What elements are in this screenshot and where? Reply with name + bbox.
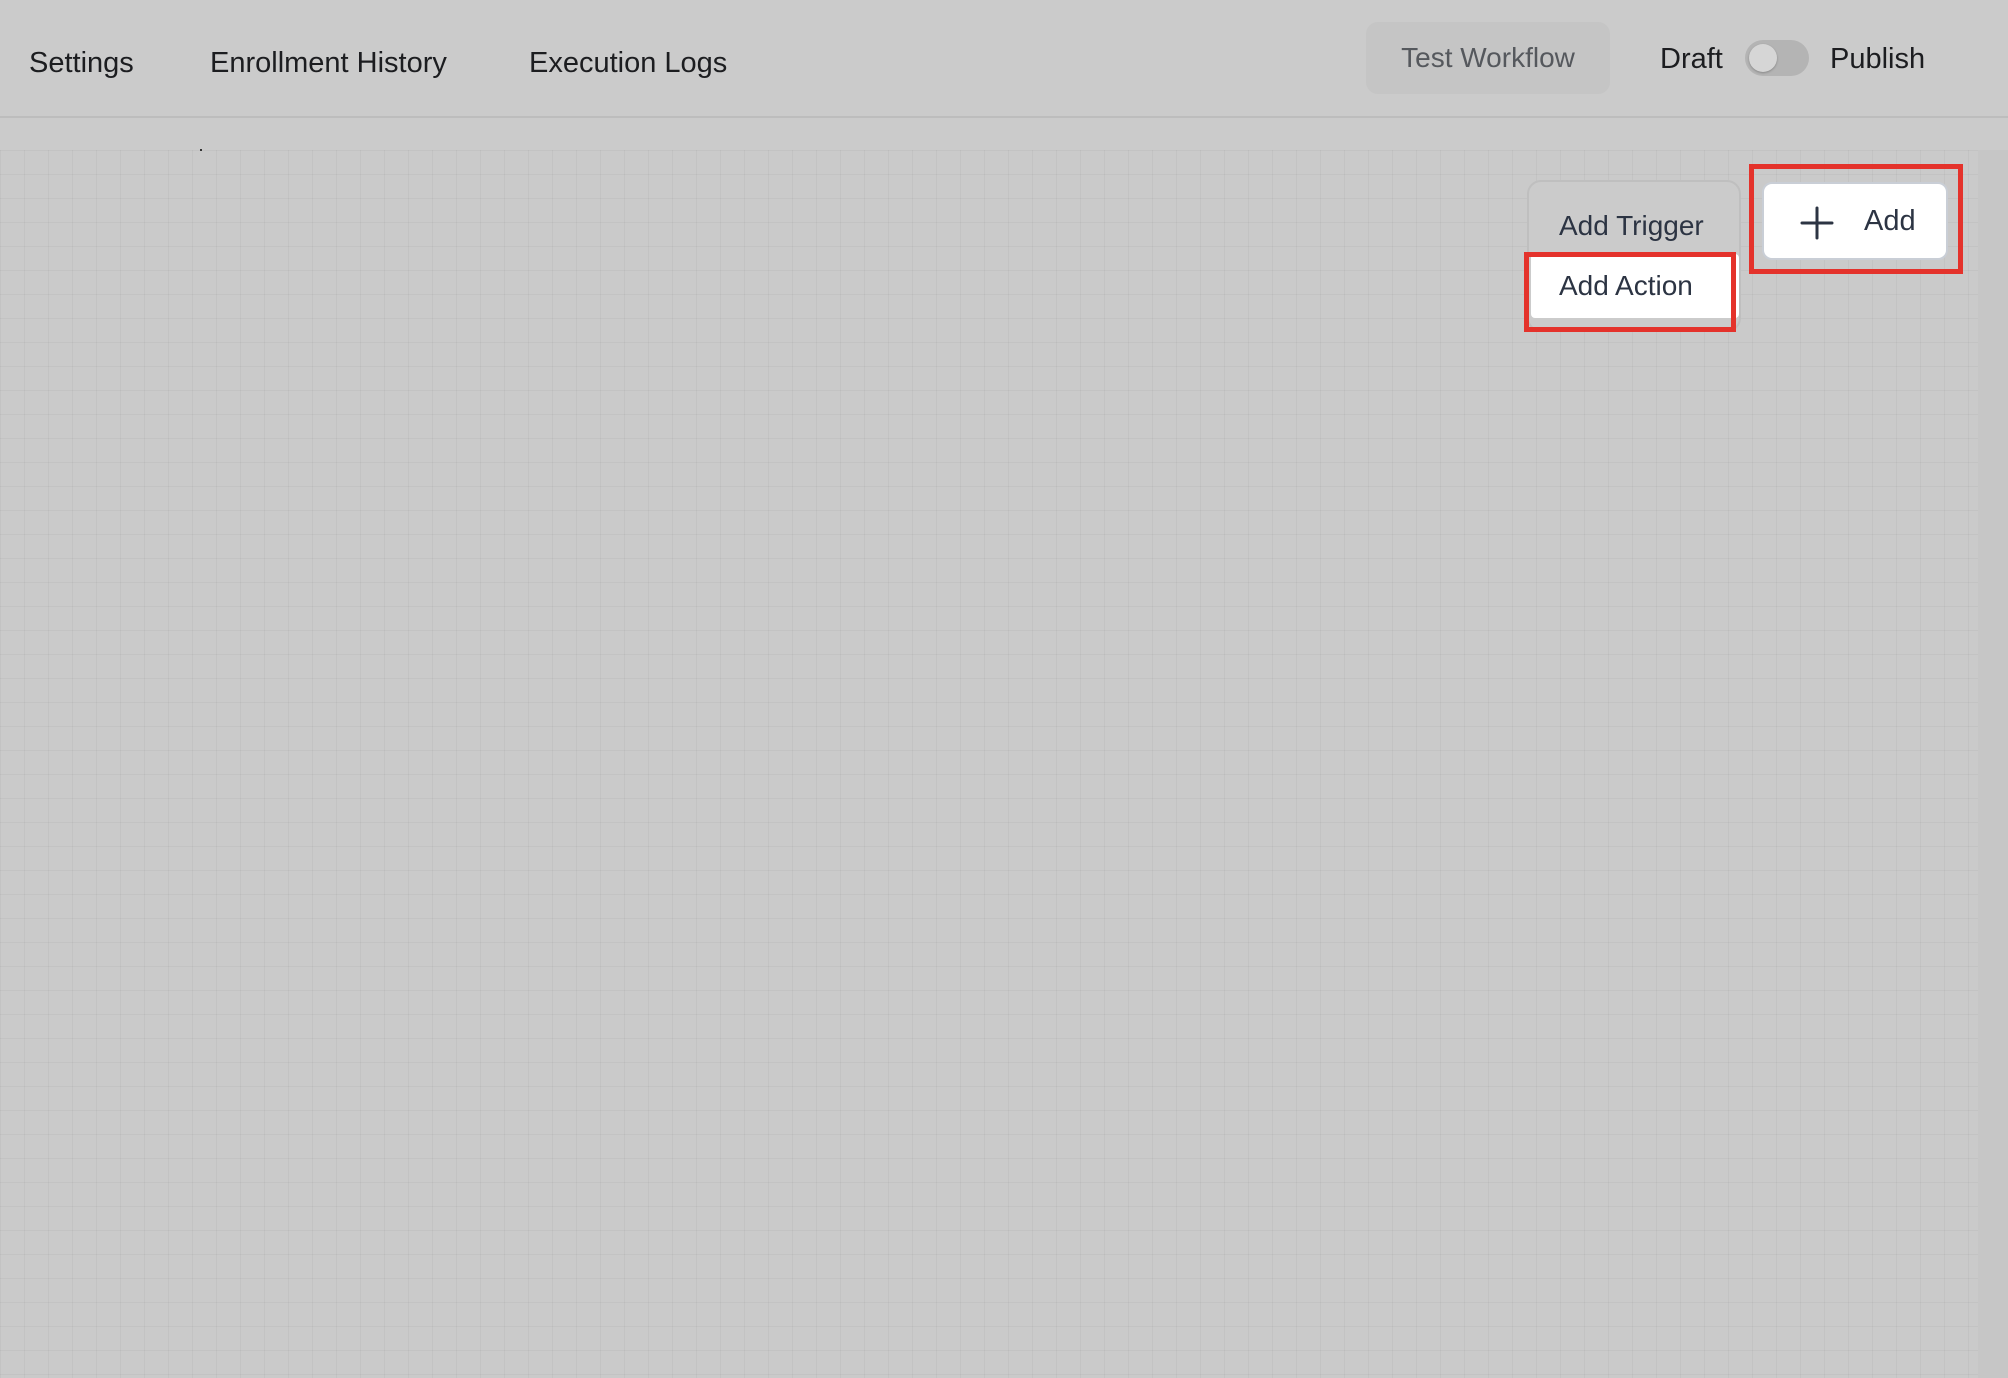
canvas-dot xyxy=(200,149,202,151)
plus-icon xyxy=(1800,206,1834,240)
add-action-menu-item[interactable]: Add Action xyxy=(1531,254,1739,318)
toggle-knob xyxy=(1749,44,1777,72)
workflow-canvas[interactable] xyxy=(0,150,1978,1378)
tab-enrollment-history[interactable]: Enrollment History xyxy=(210,44,447,82)
tab-execution-logs[interactable]: Execution Logs xyxy=(529,44,727,82)
add-button-label: Add xyxy=(1864,205,1916,237)
add-button[interactable]: Add xyxy=(1762,182,1948,260)
add-trigger-menu-item[interactable]: Add Trigger xyxy=(1531,194,1739,258)
draft-label: Draft xyxy=(1660,43,1723,75)
top-bar: Settings Enrollment History Execution Lo… xyxy=(0,0,2008,118)
add-menu: Add Trigger Add Action xyxy=(1527,180,1741,332)
publish-toggle[interactable] xyxy=(1745,40,1809,76)
test-workflow-button[interactable]: Test Workflow xyxy=(1366,22,1610,94)
canvas-scroll-edge xyxy=(1978,150,2008,1378)
publish-label: Publish xyxy=(1830,43,1926,75)
tab-settings[interactable]: Settings xyxy=(29,44,134,82)
